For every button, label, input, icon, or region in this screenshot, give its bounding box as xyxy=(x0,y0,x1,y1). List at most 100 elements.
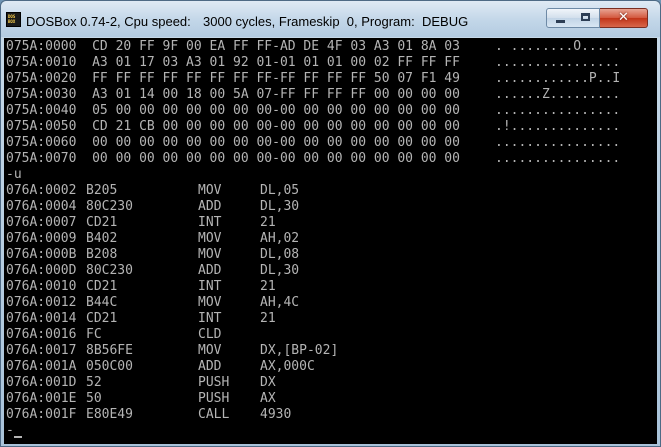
dump-hex-bytes: A3 01 14 00 18 00 5A 07-FF FF FF FF 00 0… xyxy=(92,87,460,102)
disasm-mnemonic: INT xyxy=(198,279,222,294)
disasm-address: 076A:0010 xyxy=(6,279,77,294)
disasm-operands: AH,4C xyxy=(260,295,300,310)
disasm-address: 076A:0007 xyxy=(6,215,77,230)
disasm-mnemonic: ADD xyxy=(198,359,222,374)
disasm-mnemonic: MOV xyxy=(198,183,222,198)
dump-hex-bytes: A3 01 17 03 A3 01 92 01-01 01 01 00 02 F… xyxy=(92,55,460,70)
prompt: - xyxy=(6,423,14,438)
dump-row: 075A:0050 CD 21 CB 00 00 00 00 00-00 00 … xyxy=(6,119,460,135)
disasm-address: 076A:001D xyxy=(6,375,77,390)
disasm-address: 076A:0009 xyxy=(6,231,77,246)
disasm-operands: DL,30 xyxy=(260,199,300,214)
dump-ascii: ................ xyxy=(495,103,621,118)
disasm-operands: 21 xyxy=(260,311,276,326)
disasm-mnemonic: ADD xyxy=(198,263,222,278)
disasm-bytes: CD21 xyxy=(86,311,118,326)
dump-address: 075A:0020 xyxy=(6,71,77,86)
dump-row: 075A:0070 00 00 00 00 00 00 00 00-00 00 … xyxy=(6,151,460,167)
disasm-operands: AX,000C xyxy=(260,359,315,374)
dump-row: 075A:0010 A3 01 17 03 A3 01 92 01-01 01 … xyxy=(6,55,460,71)
dump-row: 075A:0040 05 00 00 00 00 00 00 00-00 00 … xyxy=(6,103,460,119)
disasm-operands: 4930 xyxy=(260,407,292,422)
dosbox-app-icon[interactable]: DOS BOX xyxy=(6,12,21,27)
disasm-address: 076A:001A xyxy=(6,359,77,374)
maximize-button[interactable] xyxy=(573,8,600,28)
disasm-mnemonic: PUSH xyxy=(198,375,230,390)
dosbox-window: DOS BOX DOSBox 0.74-2, Cpu speed: 3000 c… xyxy=(0,0,661,447)
dump-ascii: . ........O..... xyxy=(495,39,621,54)
disasm-mnemonic: ADD xyxy=(198,199,222,214)
dump-address: 075A:0000 xyxy=(6,39,77,54)
dump-row: 075A:0000 CD 20 FF 9F 00 EA FF FF-AD DE … xyxy=(6,39,460,55)
disasm-bytes: B44C xyxy=(86,295,118,310)
dump-address: 075A:0030 xyxy=(6,87,77,102)
disasm-operands: DL,08 xyxy=(260,247,300,262)
disasm-address: 076A:0004 xyxy=(6,199,77,214)
disasm-operands: 21 xyxy=(260,215,276,230)
disasm-bytes: 80C230 xyxy=(86,263,133,278)
dump-ascii: ......Z......... xyxy=(495,87,621,102)
disasm-bytes: FC xyxy=(86,327,102,342)
command-line: -u xyxy=(6,167,22,182)
disasm-address: 076A:000B xyxy=(6,247,77,262)
disasm-address: 076A:0012 xyxy=(6,295,77,310)
disasm-operands: AH,02 xyxy=(260,231,300,246)
icon-text-line: BOX xyxy=(8,19,16,24)
disasm-mnemonic: CLD xyxy=(198,327,222,342)
disasm-mnemonic: INT xyxy=(198,215,222,230)
maximize-icon xyxy=(581,13,590,21)
minimize-button[interactable] xyxy=(546,8,574,28)
disasm-bytes: E80E49 xyxy=(86,407,133,422)
disasm-address: 076A:0017 xyxy=(6,343,77,358)
disasm-bytes: 50 xyxy=(86,391,102,406)
disasm-bytes: B208 xyxy=(86,247,118,262)
disasm-address: 076A:0014 xyxy=(6,311,77,326)
dump-address: 075A:0050 xyxy=(6,119,77,134)
dump-row: 075A:0020 FF FF FF FF FF FF FF FF-FF FF … xyxy=(6,71,460,87)
dump-hex-bytes: FF FF FF FF FF FF FF FF-FF FF FF FF 50 0… xyxy=(92,71,460,86)
disasm-mnemonic: MOV xyxy=(198,247,222,262)
disasm-address: 076A:0002 xyxy=(6,183,77,198)
title-program: DEBUG xyxy=(422,14,469,29)
disasm-mnemonic: MOV xyxy=(198,231,222,246)
disasm-bytes: B402 xyxy=(86,231,118,246)
disasm-mnemonic: MOV xyxy=(198,343,222,358)
disasm-bytes: CD21 xyxy=(86,279,118,294)
disasm-bytes: CD21 xyxy=(86,215,118,230)
disasm-address: 076A:001E xyxy=(6,391,77,406)
title-bar[interactable]: DOS BOX DOSBox 0.74-2, Cpu speed: 3000 c… xyxy=(1,1,660,37)
disasm-bytes: 52 xyxy=(86,375,102,390)
disasm-bytes: 050C00 xyxy=(86,359,133,374)
disasm-operands: 21 xyxy=(260,279,276,294)
dump-address: 075A:0060 xyxy=(6,135,77,150)
dump-ascii: .!.............. xyxy=(495,119,621,134)
dump-hex-bytes: CD 20 FF 9F 00 EA FF FF-AD DE 4F 03 A3 0… xyxy=(92,39,460,54)
dump-hex-bytes: 00 00 00 00 00 00 00 00-00 00 00 00 00 0… xyxy=(92,135,460,150)
close-button[interactable]: ✕ xyxy=(600,8,648,28)
dos-console[interactable]: 075A:0000 CD 20 FF 9F 00 EA FF FF-AD DE … xyxy=(4,38,657,444)
disasm-mnemonic: CALL xyxy=(198,407,230,422)
disasm-operands: AX xyxy=(260,391,276,406)
window-title: DOSBox 0.74-2, Cpu speed: 3000 cycles, F… xyxy=(26,13,468,31)
dump-ascii: ................ xyxy=(495,151,621,166)
title-app-speed: DOSBox 0.74-2, Cpu speed: xyxy=(26,14,191,29)
dump-ascii: ................ xyxy=(495,135,621,150)
dump-address: 075A:0070 xyxy=(6,151,77,166)
dump-ascii: ................ xyxy=(495,55,621,70)
dump-address: 075A:0040 xyxy=(6,103,77,118)
dump-address: 075A:0010 xyxy=(6,55,77,70)
dump-row: 075A:0060 00 00 00 00 00 00 00 00-00 00 … xyxy=(6,135,460,151)
dump-hex-bytes: 05 00 00 00 00 00 00 00-00 00 00 00 00 0… xyxy=(92,103,460,118)
disasm-operands: DL,05 xyxy=(260,183,300,198)
disasm-operands: DL,30 xyxy=(260,263,300,278)
minimize-icon xyxy=(556,20,565,23)
dump-hex-bytes: 00 00 00 00 00 00 00 00-00 00 00 00 00 0… xyxy=(92,151,460,166)
close-icon: ✕ xyxy=(618,10,629,25)
dump-hex-bytes: CD 21 CB 00 00 00 00 00-00 00 00 00 00 0… xyxy=(92,119,460,134)
disasm-address: 076A:0016 xyxy=(6,327,77,342)
disasm-operands: DX xyxy=(260,375,276,390)
text-cursor xyxy=(14,436,22,438)
disasm-operands: DX,[BP-02] xyxy=(260,343,339,358)
disasm-mnemonic: MOV xyxy=(198,295,222,310)
dump-row: 075A:0030 A3 01 14 00 18 00 5A 07-FF FF … xyxy=(6,87,460,103)
